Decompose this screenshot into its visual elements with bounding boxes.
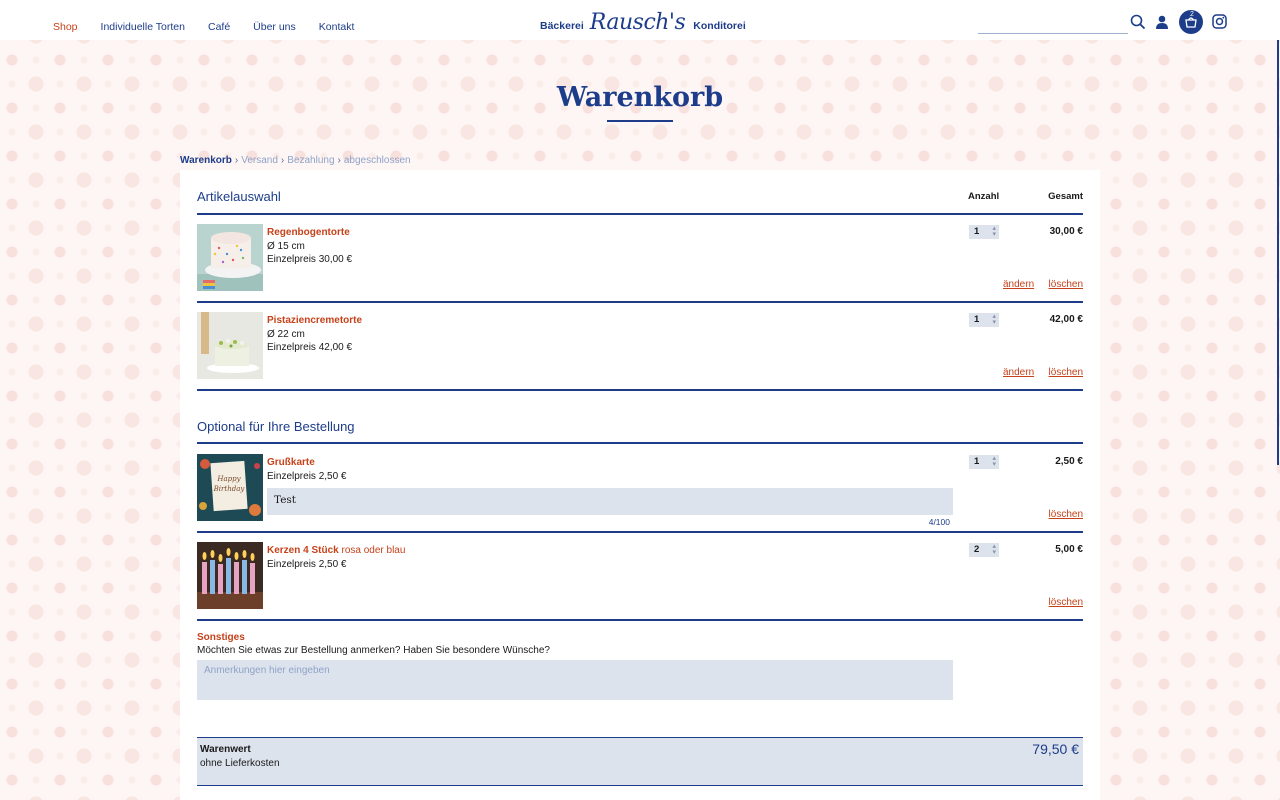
product-unit-price: Einzelpreis 30,00 € bbox=[267, 254, 353, 265]
search-input[interactable] bbox=[978, 16, 1128, 34]
divider bbox=[197, 619, 1083, 621]
summary-sublabel: ohne Lieferkosten bbox=[200, 758, 280, 769]
delete-link[interactable]: löschen bbox=[1049, 279, 1083, 290]
line-total: 30,00 € bbox=[1049, 226, 1083, 237]
product-unit-price: Einzelpreis 2,50 € bbox=[267, 471, 347, 482]
optional-item: Kerzen 4 Stück rosa oder blau Einzelprei… bbox=[197, 542, 1083, 620]
quantity-value: 1 bbox=[974, 226, 980, 237]
product-name[interactable]: Regenbogentorte bbox=[267, 227, 350, 238]
product-name[interactable]: Pistaziencremetorte bbox=[267, 315, 362, 326]
breadcrumb-step-bezahlung[interactable]: Bezahlung bbox=[287, 155, 334, 166]
product-size: Ø 22 cm bbox=[267, 329, 305, 340]
brand-logo[interactable]: Bäckerei Rausch's Konditorei bbox=[540, 10, 746, 35]
nav-shop[interactable]: Shop bbox=[53, 21, 78, 33]
product-name-text: Kerzen 4 Stück bbox=[267, 545, 339, 556]
cart-item: Regenbogentorte Ø 15 cm Einzelpreis 30,0… bbox=[197, 224, 1083, 302]
cart-item: Pistaziencremetorte Ø 22 cm Einzelpreis … bbox=[197, 312, 1083, 390]
logo-left-text: Bäckerei bbox=[540, 20, 584, 32]
delete-link[interactable]: löschen bbox=[1049, 597, 1083, 608]
divider bbox=[197, 531, 1083, 533]
logo-script-text: Rausch's bbox=[589, 10, 686, 35]
quantity-value: 2 bbox=[974, 544, 980, 555]
quantity-value: 1 bbox=[974, 314, 980, 325]
product-name[interactable]: Grußkarte bbox=[267, 457, 315, 468]
notes-label: Sonstiges bbox=[197, 632, 245, 643]
spinner-arrows-icon[interactable]: ▴ ▾ bbox=[992, 455, 996, 468]
page-title: Warenkorb bbox=[556, 82, 724, 113]
order-summary: Warenwert ohne Lieferkosten 79,50 € bbox=[197, 737, 1083, 786]
cart-panel: Artikelauswahl Anzahl Gesamt Regenbogent… bbox=[180, 170, 1100, 800]
product-image-regenbogentorte[interactable] bbox=[197, 224, 263, 291]
breadcrumb-separator: › bbox=[280, 155, 285, 166]
edit-link[interactable]: ändern bbox=[1003, 279, 1034, 290]
quantity-value: 1 bbox=[974, 456, 980, 467]
product-image-kerzen[interactable] bbox=[197, 542, 263, 609]
product-unit-price: Einzelpreis 42,00 € bbox=[267, 342, 353, 353]
site-header: Shop Individuelle Torten Café Über uns K… bbox=[0, 0, 1280, 40]
breadcrumb-separator: › bbox=[337, 155, 341, 166]
quantity-stepper[interactable]: 2 ▴ ▾ bbox=[969, 543, 999, 557]
instagram-icon[interactable] bbox=[1212, 14, 1230, 32]
product-image-grusskarte[interactable]: Happy Birthday bbox=[197, 454, 263, 521]
summary-label: Warenwert bbox=[200, 744, 251, 755]
divider bbox=[197, 213, 1083, 215]
product-image-pistaziencremetorte[interactable] bbox=[197, 312, 263, 379]
column-header-anzahl: Anzahl bbox=[968, 191, 1000, 202]
main-nav: Shop Individuelle Torten Café Über uns K… bbox=[53, 21, 377, 33]
optional-item: Happy Birthday Grußkarte Einzelpreis 2,5… bbox=[197, 454, 1083, 532]
breadcrumb-step-abgeschlossen[interactable]: abgeschlossen bbox=[344, 155, 411, 166]
greeting-card-text-field[interactable]: Test bbox=[267, 488, 953, 515]
column-header-gesamt: Gesamt bbox=[1048, 191, 1083, 202]
summary-total-value: 79,50 € bbox=[1032, 741, 1079, 757]
edit-link[interactable]: ändern bbox=[1003, 367, 1034, 378]
delete-link[interactable]: löschen bbox=[1049, 367, 1083, 378]
breadcrumb-separator: › bbox=[234, 155, 239, 166]
svg-text:Happy: Happy bbox=[216, 475, 241, 483]
breadcrumb: Warenkorb › Versand › Bezahlung › abgeschlosse… bbox=[180, 155, 411, 166]
product-unit-price: Einzelpreis 2,50 € bbox=[267, 559, 347, 570]
nav-kontakt[interactable]: Kontakt bbox=[319, 21, 355, 33]
quantity-stepper[interactable]: 1 ▴ ▾ bbox=[969, 455, 999, 469]
search-icon[interactable] bbox=[1130, 14, 1148, 32]
logo-right-text: Konditorei bbox=[693, 20, 746, 32]
section-title-optional: Optional für Ihre Bestellung bbox=[197, 419, 355, 434]
spinner-arrows-icon[interactable]: ▴ ▾ bbox=[992, 225, 996, 238]
nav-individuelle-torten[interactable]: Individuelle Torten bbox=[101, 21, 185, 33]
svg-text:Birthday: Birthday bbox=[213, 485, 246, 493]
cart-count-badge: 2 bbox=[1190, 11, 1194, 18]
divider bbox=[197, 389, 1083, 391]
product-size: Ø 15 cm bbox=[267, 241, 305, 252]
notes-question: Möchten Sie etwas zur Bestellung anmerke… bbox=[197, 645, 550, 656]
nav-ueber-uns[interactable]: Über uns bbox=[253, 21, 296, 33]
spinner-arrows-icon[interactable]: ▴ ▾ bbox=[992, 543, 996, 556]
delete-link[interactable]: löschen bbox=[1049, 509, 1083, 520]
product-variant: rosa oder blau bbox=[341, 545, 406, 556]
product-name[interactable]: Kerzen 4 Stück rosa oder blau bbox=[267, 545, 405, 556]
divider bbox=[197, 442, 1083, 444]
spinner-arrows-icon[interactable]: ▴ ▾ bbox=[992, 313, 996, 326]
breadcrumb-step-versand[interactable]: Versand bbox=[241, 155, 278, 166]
character-counter: 4/100 bbox=[928, 517, 950, 527]
breadcrumb-current: Warenkorb bbox=[180, 155, 232, 166]
line-total: 42,00 € bbox=[1049, 314, 1083, 325]
line-total: 2,50 € bbox=[1055, 456, 1083, 467]
quantity-stepper[interactable]: 1 ▴ ▾ bbox=[969, 313, 999, 327]
line-total: 5,00 € bbox=[1055, 544, 1083, 555]
title-underline bbox=[607, 120, 673, 122]
quantity-stepper[interactable]: 1 ▴ ▾ bbox=[969, 225, 999, 239]
nav-cafe[interactable]: Café bbox=[208, 21, 230, 33]
divider bbox=[197, 301, 1083, 303]
notes-textarea[interactable]: Anmerkungen hier eingeben bbox=[197, 660, 953, 700]
user-icon[interactable] bbox=[1154, 14, 1172, 32]
section-title-artikelauswahl: Artikelauswahl bbox=[197, 189, 281, 204]
